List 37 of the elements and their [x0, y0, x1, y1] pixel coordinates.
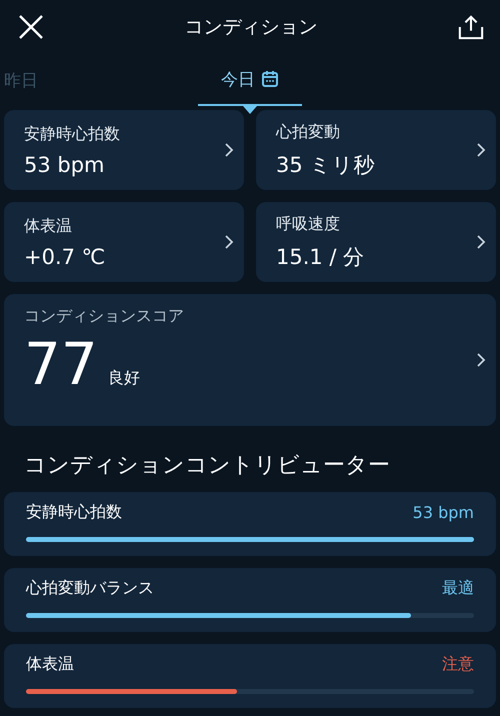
chevron-icon — [476, 142, 486, 158]
metric-value: 35 ミリ秒 — [276, 152, 374, 178]
metric-value: 53 bpm — [24, 152, 106, 176]
metric-label: 心拍変動 — [276, 122, 341, 142]
chevron-icon — [224, 142, 234, 158]
metric-label: 体表温 — [24, 216, 73, 236]
calendar-icon — [261, 70, 279, 88]
contributor-status: 注意 — [442, 654, 474, 675]
score-rating: 良好 — [108, 368, 140, 389]
section-title: コンディションコントリビューター — [23, 452, 391, 480]
contributor-label: 安静時心拍数 — [26, 502, 122, 523]
contributor-label: 体表温 — [26, 654, 74, 675]
chevron-icon — [224, 234, 234, 250]
chevron-icon — [476, 352, 486, 368]
metric-card[interactable]: 安静時心拍数 53 bpm — [4, 110, 244, 190]
contributor-card[interactable]: 心拍変動バランス 最適 — [4, 568, 496, 632]
contributor-status: 53 bpm — [412, 503, 474, 522]
contributor-status: 最適 — [442, 578, 474, 599]
share-icon[interactable] — [458, 14, 484, 40]
metric-value: 15.1 / 分 — [276, 244, 364, 270]
score-card[interactable]: コンディションスコア 77 良好 — [4, 294, 496, 426]
metric-card[interactable]: 心拍変動 35 ミリ秒 — [256, 110, 496, 190]
metric-value: +0.7 ℃ — [24, 244, 106, 268]
score-label: コンディションスコア — [24, 306, 184, 327]
screen-title: コンディション — [184, 15, 318, 40]
metric-label: 安静時心拍数 — [24, 124, 120, 144]
metric-card[interactable]: 呼吸速度 15.1 / 分 — [256, 202, 496, 282]
contributor-card[interactable]: 安静時心拍数 53 bpm — [4, 492, 496, 556]
date-tab[interactable]: 今日 — [198, 54, 302, 106]
contributor-label: 心拍変動バランス — [26, 578, 154, 599]
close-icon[interactable] — [18, 14, 44, 40]
score-value: 77 — [24, 335, 98, 393]
chevron-icon — [476, 234, 486, 250]
pointer-icon — [243, 106, 257, 114]
metric-card[interactable]: 体表温 +0.7 ℃ — [4, 202, 244, 282]
contributor-card[interactable]: 体表温 注意 — [4, 644, 496, 708]
metric-label: 呼吸速度 — [276, 214, 341, 234]
